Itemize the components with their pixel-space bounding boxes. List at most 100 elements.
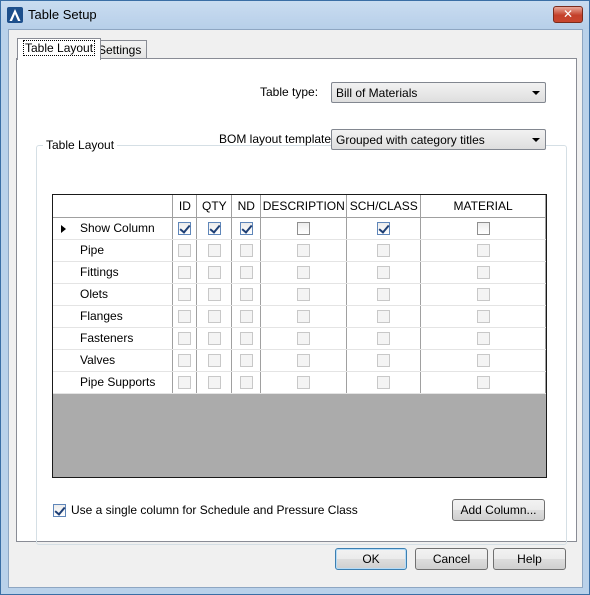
grid-cell (172, 239, 198, 262)
column-checkbox (476, 244, 490, 258)
column-checkbox[interactable] (476, 222, 490, 236)
tab-table-layout[interactable]: Table Layout (17, 38, 102, 60)
grid-cell (196, 283, 233, 306)
row-label: Show Column (80, 221, 155, 235)
grid-cell (172, 371, 198, 394)
row-header[interactable]: Olets (53, 283, 174, 306)
column-checkbox (297, 310, 311, 324)
table-row: Valves (53, 349, 546, 372)
grid-cell (420, 239, 546, 262)
grid-cell (196, 217, 233, 240)
help-button[interactable]: Help (493, 548, 566, 570)
grid-cell (172, 261, 198, 284)
add-column-button[interactable]: Add Column... (452, 499, 545, 521)
grid-cell (196, 327, 233, 350)
grid-cell (172, 327, 198, 350)
grid-cell (260, 283, 348, 306)
title-bar[interactable]: Table Setup ✕ (1, 1, 589, 29)
grid-cell (346, 261, 422, 284)
grid-cell (420, 283, 546, 306)
grid-cell (260, 239, 348, 262)
bom-template-label: BOM layout template: (219, 132, 335, 146)
grid-cell (420, 217, 546, 240)
row-label: Pipe (80, 243, 105, 257)
row-header[interactable]: Valves (53, 349, 174, 372)
grid-cell (260, 261, 348, 284)
table-type-value: Bill of Materials (336, 86, 418, 100)
dialog-client-area: Table Layout Settings Table type: Bill o… (8, 29, 583, 588)
column-checkbox (377, 288, 391, 302)
single-column-label: Use a single column for Schedule and Pre… (71, 503, 358, 517)
autocad-app-icon (7, 7, 23, 23)
column-checkbox (297, 376, 311, 390)
column-checkbox[interactable] (377, 222, 391, 236)
column-checkbox[interactable] (178, 222, 192, 236)
column-header: ID (172, 195, 198, 218)
column-checkbox (239, 376, 253, 390)
row-header[interactable]: Show Column (53, 217, 174, 240)
column-checkbox[interactable] (207, 222, 221, 236)
column-checkbox (476, 332, 490, 346)
row-header[interactable]: Fittings (53, 261, 174, 284)
column-checkbox (178, 244, 192, 258)
bom-template-select[interactable]: Grouped with category titles (331, 129, 546, 150)
grid-cell (231, 371, 262, 394)
grid-cell (346, 349, 422, 372)
column-checkbox (178, 376, 192, 390)
ok-button[interactable]: OK (335, 548, 407, 570)
grid-cell (420, 371, 546, 394)
column-checkbox (377, 266, 391, 280)
column-checkbox (297, 332, 311, 346)
column-checkbox (476, 310, 490, 324)
grid-cell (346, 327, 422, 350)
column-checkbox (207, 288, 221, 302)
tab-settings-label: Settings (98, 43, 142, 57)
row-header[interactable]: Flanges (53, 305, 174, 328)
grid-cell (260, 327, 348, 350)
column-header: DESCRIPTION (260, 195, 348, 218)
grid-header-row: ID QTY ND DESCRIPTION SCH/CLASS MATERIAL (53, 195, 546, 218)
row-header[interactable]: Pipe Supports (53, 371, 174, 394)
column-checkbox (377, 244, 391, 258)
column-checkbox (377, 376, 391, 390)
close-button[interactable]: ✕ (553, 6, 583, 23)
row-label: Fasteners (80, 331, 134, 345)
table-row: Show Column (53, 217, 546, 240)
chevron-down-icon (532, 91, 540, 95)
table-row: Fittings (53, 261, 546, 284)
window-title: Table Setup (28, 7, 97, 22)
table-type-select[interactable]: Bill of Materials (331, 82, 546, 103)
grid-cell (231, 349, 262, 372)
table-row: Pipe Supports (53, 371, 546, 394)
grid-cell (196, 305, 233, 328)
column-checkbox (239, 244, 253, 258)
grid-corner-cell (53, 195, 174, 218)
column-checkbox[interactable] (239, 222, 253, 236)
grid-cell (346, 305, 422, 328)
column-checkbox (207, 354, 221, 368)
row-header[interactable]: Pipe (53, 239, 174, 262)
column-checkbox (476, 288, 490, 302)
column-header: SCH/CLASS (346, 195, 422, 218)
column-checkbox (178, 266, 192, 280)
table-layout-group-title: Table Layout (43, 138, 118, 152)
column-checkbox[interactable] (297, 222, 311, 236)
grid-cell (420, 349, 546, 372)
column-checkbox (207, 376, 221, 390)
column-checkbox (239, 354, 253, 368)
column-checkbox (178, 288, 192, 302)
column-checkbox (239, 310, 253, 324)
chevron-down-icon (532, 138, 540, 142)
grid-cell (346, 239, 422, 262)
row-label: Valves (80, 353, 116, 367)
grid-cell (260, 217, 348, 240)
table-layout-panel: Table type: Bill of Materials Table Layo… (16, 58, 577, 545)
column-checkbox (297, 266, 311, 280)
cancel-button[interactable]: Cancel (415, 548, 488, 570)
bom-layout-table: ID QTY ND DESCRIPTION SCH/CLASS MATERIAL… (53, 195, 546, 394)
row-header[interactable]: Fasteners (53, 327, 174, 350)
grid-cell (260, 349, 348, 372)
single-column-checkbox[interactable] (53, 504, 66, 517)
grid-cell (231, 239, 262, 262)
grid-cell (346, 371, 422, 394)
